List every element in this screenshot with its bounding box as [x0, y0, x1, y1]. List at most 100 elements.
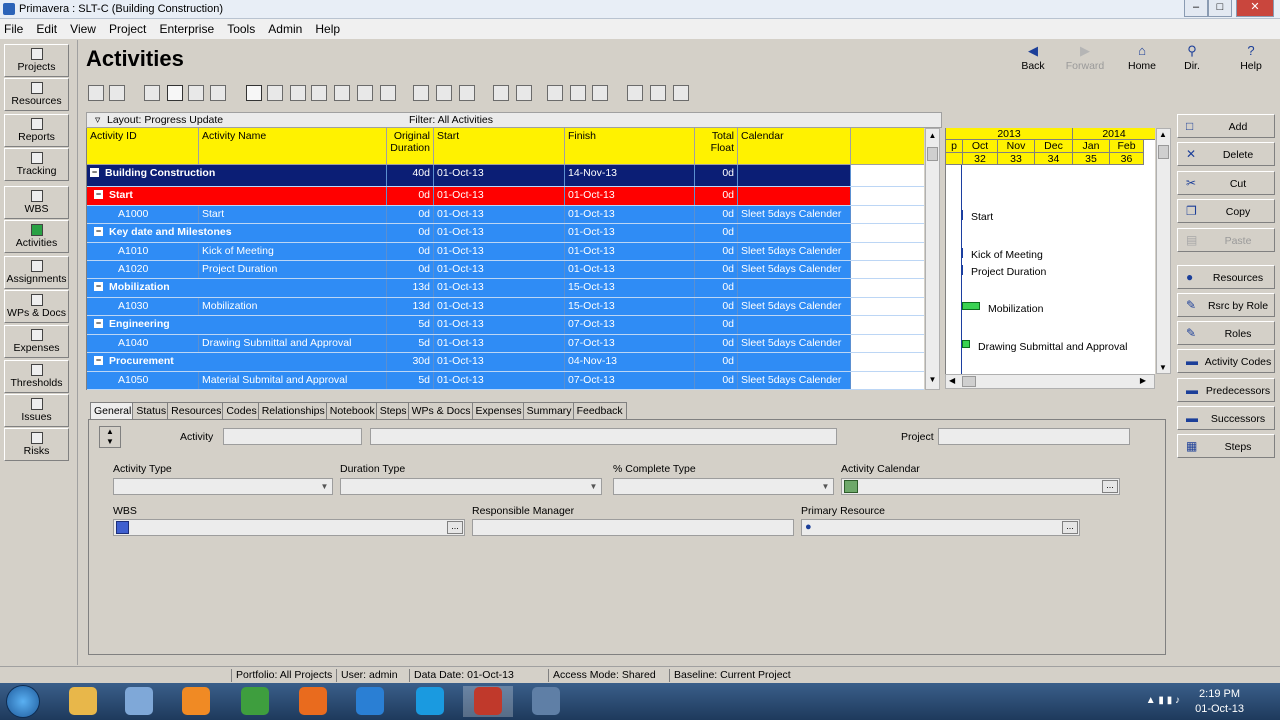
activity-type-select[interactable]: ▼: [113, 478, 333, 495]
activity-row[interactable]: A1030 Mobilization 13d 01-Oct-13 15-Oct-13 0d…: [87, 298, 924, 316]
tab-summary[interactable]: Summary: [522, 402, 576, 420]
menu-project[interactable]: Project: [105, 19, 152, 36]
cell-total-float[interactable]: 0d: [695, 243, 738, 260]
cell-total-float[interactable]: 0d: [695, 165, 738, 186]
cell-total-float[interactable]: 0d: [695, 261, 738, 278]
cell-calendar[interactable]: [738, 165, 851, 186]
tracking-icon[interactable]: [334, 85, 350, 101]
progress-icon[interactable]: [436, 85, 452, 101]
cell-duration[interactable]: 5d: [387, 316, 434, 334]
home-button[interactable]: ⌂ Home: [1117, 44, 1167, 73]
wbs-structure-icon[interactable]: [210, 85, 226, 101]
responsible-manager-field[interactable]: [472, 519, 794, 536]
cell-calendar[interactable]: [738, 224, 851, 242]
taskbar-app[interactable]: [405, 686, 455, 717]
indent-icon[interactable]: [188, 85, 204, 101]
taskbar-app[interactable]: [114, 686, 164, 717]
cell-calendar[interactable]: Sleet 5days Calender: [738, 298, 851, 315]
cell-calendar[interactable]: Sleet 5days Calender: [738, 372, 851, 389]
table-vertical-scrollbar[interactable]: ▲ ▼: [925, 128, 940, 390]
columns-icon[interactable]: [167, 85, 183, 101]
browse-button[interactable]: ...: [1062, 521, 1078, 534]
wbs-field[interactable]: ...: [113, 519, 465, 536]
cell-finish[interactable]: 01-Oct-13: [565, 187, 695, 205]
cell-group-name[interactable]: − Building Construction: [87, 165, 387, 186]
menu-tools[interactable]: Tools: [223, 19, 261, 36]
predecessors-button[interactable]: ▬ Predecessors: [1177, 378, 1275, 402]
steps-button[interactable]: ▦ Steps: [1177, 434, 1275, 458]
col-header-start[interactable]: Start: [434, 128, 565, 165]
cell-duration[interactable]: 13d: [387, 298, 434, 315]
col-header-original-duration[interactable]: Original Duration: [387, 128, 434, 165]
cell-duration[interactable]: 13d: [387, 279, 434, 297]
cell-finish[interactable]: 15-Oct-13: [565, 298, 695, 315]
activity-row[interactable]: A1050 Material Submital and Approval 5d 01-…: [87, 372, 924, 390]
successors-button[interactable]: ▬ Successors: [1177, 406, 1275, 430]
cell-finish[interactable]: 01-Oct-13: [565, 243, 695, 260]
cell-start[interactable]: 01-Oct-13: [434, 165, 565, 186]
nav-projects[interactable]: Projects: [4, 44, 69, 77]
cell-duration[interactable]: 30d: [387, 353, 434, 371]
cell-group-name[interactable]: − Procurement: [87, 353, 387, 371]
activity-calendar-field[interactable]: ...: [841, 478, 1120, 495]
cell-total-float[interactable]: 0d: [695, 224, 738, 242]
bars-icon[interactable]: [290, 85, 306, 101]
bar-chart-icon[interactable]: [516, 85, 532, 101]
cell-total-float[interactable]: 0d: [695, 206, 738, 223]
filter-name[interactable]: Filter: All Activities: [409, 114, 493, 126]
cell-finish[interactable]: 01-Oct-13: [565, 206, 695, 223]
cell-finish[interactable]: 14-Nov-13: [565, 165, 695, 186]
table-icon[interactable]: [144, 85, 160, 101]
cell-duration[interactable]: 0d: [387, 243, 434, 260]
collapse-icon[interactable]: −: [94, 282, 103, 291]
cell-duration[interactable]: 0d: [387, 206, 434, 223]
cell-total-float[interactable]: 0d: [695, 316, 738, 334]
layout-name[interactable]: Layout: Progress Update: [107, 114, 223, 126]
nav-tracking[interactable]: Tracking: [4, 148, 69, 181]
cell-calendar[interactable]: Sleet 5days Calender: [738, 261, 851, 278]
gantt-horizontal-scrollbar[interactable]: ◀ ▶: [945, 374, 1155, 389]
dir-button[interactable]: ⚲ Dir.: [1167, 44, 1217, 73]
nav-wbs[interactable]: WBS: [4, 186, 69, 219]
cell-duration[interactable]: 0d: [387, 261, 434, 278]
cell-start[interactable]: 01-Oct-13: [434, 243, 565, 260]
zoom-fit-icon[interactable]: [673, 85, 689, 101]
menu-help[interactable]: Help: [311, 19, 346, 36]
clock[interactable]: 2:19 PM 01-Oct-13: [1195, 687, 1244, 717]
zoom-in-icon[interactable]: [627, 85, 643, 101]
cell-start[interactable]: 01-Oct-13: [434, 316, 565, 334]
grid-icon[interactable]: [267, 85, 283, 101]
maximize-button[interactable]: □: [1208, 0, 1232, 17]
cell-total-float[interactable]: 0d: [695, 353, 738, 371]
taskbar-app[interactable]: [230, 686, 280, 717]
cell-activity-id[interactable]: A1050: [87, 372, 199, 389]
close-button[interactable]: ✕: [1236, 0, 1274, 17]
cell-calendar[interactable]: [738, 316, 851, 334]
sort-icon[interactable]: [413, 85, 429, 101]
chevron-down-icon[interactable]: ▼: [819, 480, 832, 493]
tab-codes[interactable]: Codes: [222, 402, 261, 420]
schedule-icon[interactable]: [547, 85, 563, 101]
nav-expenses[interactable]: Expenses: [4, 325, 69, 358]
scroll-up-icon[interactable]: ▲: [927, 131, 938, 143]
cell-finish[interactable]: 04-Nov-13: [565, 353, 695, 371]
wbs-row[interactable]: − Start 0d 01-Oct-13 01-Oct-13 0d: [87, 187, 924, 206]
duration-type-select[interactable]: ▼: [340, 478, 602, 495]
store-icon[interactable]: [592, 85, 608, 101]
taskbar-app[interactable]: [345, 686, 395, 717]
cell-finish[interactable]: 15-Oct-13: [565, 279, 695, 297]
cell-calendar[interactable]: Sleet 5days Calender: [738, 335, 851, 352]
cell-start[interactable]: 01-Oct-13: [434, 206, 565, 223]
cell-duration[interactable]: 40d: [387, 165, 434, 186]
menu-file[interactable]: File: [0, 19, 29, 36]
menu-view[interactable]: View: [66, 19, 102, 36]
rsrc-by-role-button[interactable]: ✎ Rsrc by Role: [1177, 293, 1275, 317]
taskbar-app[interactable]: [521, 686, 571, 717]
activity-codes-button[interactable]: ▬ Activity Codes: [1177, 349, 1275, 373]
layout-bar[interactable]: ▿ Layout: Progress Update Filter: All Ac…: [86, 112, 942, 128]
tab-resources[interactable]: Resources: [167, 402, 226, 420]
gantt-scroll-thumb[interactable]: [962, 376, 976, 387]
cut-button[interactable]: ✂ Cut: [1177, 171, 1275, 195]
cell-activity-id[interactable]: A1000: [87, 206, 199, 223]
cell-finish[interactable]: 01-Oct-13: [565, 224, 695, 242]
